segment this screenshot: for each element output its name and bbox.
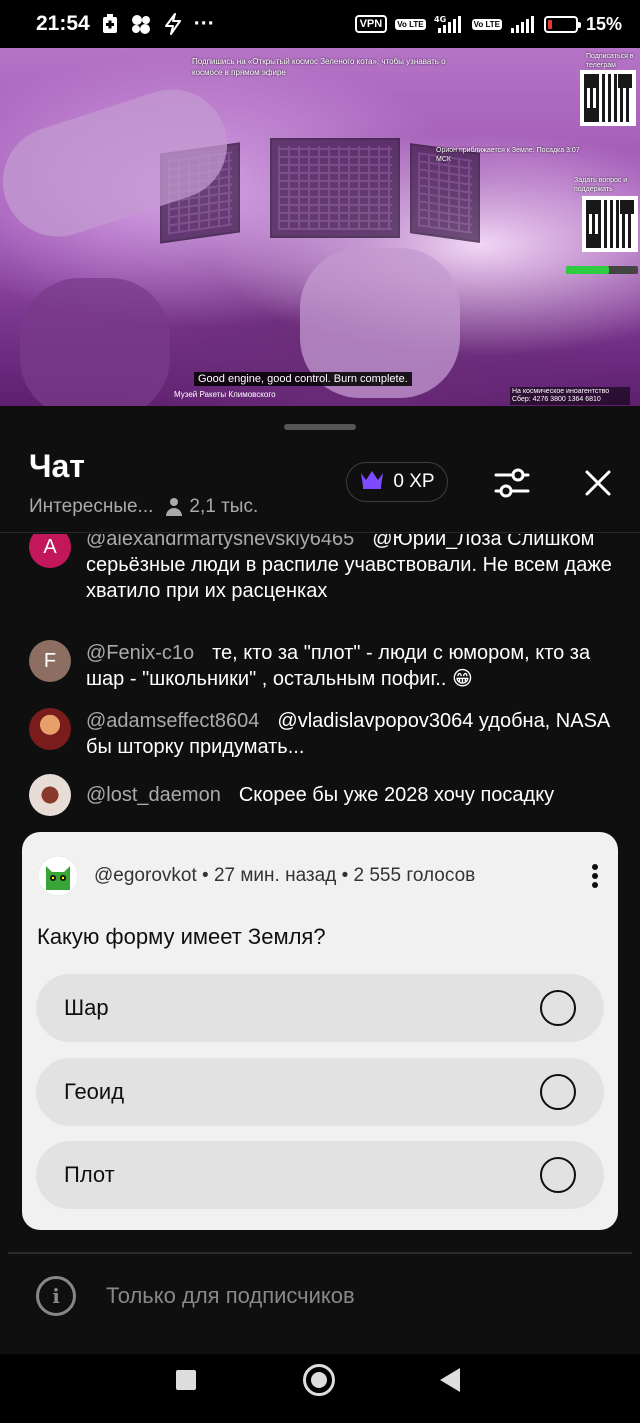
battery-percent: 15% <box>585 13 622 34</box>
qr-code-telegram <box>580 70 636 126</box>
navigation-bar <box>0 1354 640 1423</box>
message-author[interactable]: @Fenix-c1o <box>86 642 194 664</box>
chat-messages[interactable]: A @alexandrmartyshevskiy6465 @Юрий_Лоза С… <box>0 534 640 824</box>
header-divider <box>0 532 640 533</box>
info-icon[interactable]: i <box>36 1276 76 1316</box>
sliders-icon <box>494 468 530 498</box>
orion-text: Орион приближается к Земле. Посадка 3:07… <box>436 147 580 163</box>
subscribers-only-notice: i Только для подписчиков <box>36 1276 355 1316</box>
poll-option[interactable]: Плот <box>36 1141 604 1209</box>
cockpit-panel-center <box>270 138 400 238</box>
message-author[interactable]: @lost_daemon <box>86 784 221 806</box>
astronaut-seat <box>20 278 170 406</box>
green-cat-icon <box>38 856 78 896</box>
message-body: @adamseffect8604 @vladislavpopov3064 удоб… <box>86 708 619 760</box>
storage-icon <box>102 14 118 34</box>
message-body: @alexandrmartyshevskiy6465 @Юрий_Лоза Сли… <box>86 534 619 604</box>
message-author[interactable]: @alexandrmartyshevskiy6465 <box>86 534 354 550</box>
chat-title: Чат <box>29 448 85 484</box>
radio-icon[interactable] <box>540 990 576 1026</box>
status-right: VPN Vo LTE 4G Vo LTE 15% <box>354 13 622 35</box>
poll-option-label: Геоид <box>64 1079 125 1104</box>
radio-icon[interactable] <box>540 1074 576 1110</box>
vpn-icon: VPN <box>354 15 388 33</box>
more-options-icon[interactable] <box>588 860 602 892</box>
avatar[interactable]: A <box>29 534 71 568</box>
battery-icon <box>543 15 581 33</box>
message-body: @Fenix-c1o те, кто за "плот" - люди с юмо… <box>86 640 619 692</box>
status-bar: 21:54 ··· VPN Vo LTE 4G Vo LTE 15% <box>0 0 640 48</box>
message-text: Скорее бы уже 2028 хочу посадку <box>238 784 555 806</box>
signal-4g-icon: 4G <box>434 14 464 34</box>
close-icon <box>585 470 611 496</box>
avatar[interactable] <box>29 708 71 750</box>
back-button[interactable] <box>440 1368 460 1392</box>
poll-author-avatar[interactable] <box>38 856 78 896</box>
museum-label: Музей Ракеты Климовского <box>174 390 276 399</box>
subscribers-only-text: Только для подписчиков <box>106 1283 355 1308</box>
video-player[interactable]: Подпишись на «Открытый космос Зеленого к… <box>0 48 640 406</box>
video-overlay-top: Подпишись на «Открытый космос Зеленого к… <box>192 57 446 77</box>
poll-meta: @egorovkot • 27 мин. назад • 2 555 голос… <box>94 865 476 886</box>
avatar[interactable]: F <box>29 640 71 682</box>
qr-top-label: Подписаться в телеграм <box>586 53 634 69</box>
xp-button[interactable]: 0 XP <box>346 462 448 502</box>
poll-option-label: Плот <box>64 1162 115 1187</box>
radio-icon[interactable] <box>540 1157 576 1193</box>
app-cluster-icon <box>130 14 152 34</box>
progress-bar <box>566 266 638 274</box>
drag-handle[interactable] <box>284 424 356 430</box>
poll-option[interactable]: Шар <box>36 974 604 1042</box>
signal-icon <box>510 14 536 34</box>
crown-icon <box>359 469 385 495</box>
filter-button[interactable] <box>490 463 534 503</box>
agency-label: На космическое иноагентство Сбер: 4276 3… <box>510 387 630 405</box>
home-button[interactable] <box>303 1364 335 1396</box>
chat-message: @lost_daemon Скорее бы уже 2028 хочу поса… <box>29 774 619 816</box>
qr-code-donate <box>582 196 638 252</box>
poll-option-label: Шар <box>64 995 109 1020</box>
message-author[interactable]: @adamseffect8604 <box>86 710 259 732</box>
person-icon <box>165 498 183 516</box>
chat-message: F @Fenix-c1o те, кто за "плот" - люди с ю… <box>29 640 619 692</box>
volte-icon-2: Vo LTE <box>471 18 502 30</box>
avatar[interactable] <box>29 774 71 816</box>
flash-icon <box>164 13 182 35</box>
status-left: 21:54 ··· <box>36 12 215 36</box>
poll-header: @egorovkot • 27 мин. назад • 2 555 голос… <box>38 854 602 898</box>
svg-text:4G: 4G <box>434 15 446 24</box>
recents-button[interactable] <box>176 1370 196 1390</box>
viewer-count: 2,1 тыс. <box>165 496 258 518</box>
viewer-count-value: 2,1 тыс. <box>189 496 259 517</box>
poll-card: @egorovkot • 27 мин. назад • 2 555 голос… <box>22 832 618 1230</box>
poll-question: Какую форму имеет Земля? <box>37 924 326 949</box>
more-notifications-icon: ··· <box>193 12 215 35</box>
volte-icon-1: Vo LTE <box>395 18 426 30</box>
chat-header: Чат Интересные... 2,1 тыс. 0 XP <box>0 448 640 528</box>
poll-option[interactable]: Геоид <box>36 1058 604 1126</box>
input-divider <box>8 1252 632 1254</box>
close-button[interactable] <box>576 463 620 503</box>
qr-side-label: Задать вопрос и поддержать <box>574 177 628 193</box>
chat-mode-selector[interactable]: Интересные... <box>29 496 153 518</box>
chat-message: @adamseffect8604 @vladislavpopov3064 удоб… <box>29 708 619 760</box>
clock: 21:54 <box>36 12 90 35</box>
xp-value: 0 XP <box>393 471 435 492</box>
chat-subtitle: Интересные... 2,1 тыс. <box>29 496 258 518</box>
message-body: @lost_daemon Скорее бы уже 2028 хочу поса… <box>86 774 554 816</box>
video-subtitle: Good engine, good control. Burn complete… <box>194 372 412 386</box>
chat-message: A @alexandrmartyshevskiy6465 @Юрий_Лоза С… <box>29 534 619 604</box>
